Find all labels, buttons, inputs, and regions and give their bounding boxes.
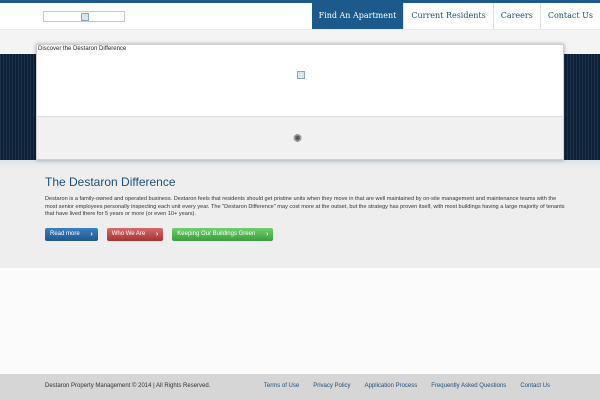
- who-we-are-button[interactable]: Who We Are ›: [106, 228, 164, 241]
- nav-careers[interactable]: Careers: [492, 3, 540, 29]
- slider-panel: Discover the Destaron Difference ✺: [36, 44, 564, 160]
- keeping-buildings-green-label: Keeping Our Buildings Green: [177, 231, 256, 237]
- footer: Destaron Property Management © 2014 | Al…: [0, 374, 600, 400]
- site-logo[interactable]: [43, 11, 125, 22]
- lower-section: [0, 268, 600, 374]
- chevron-right-icon: ›: [90, 231, 93, 238]
- read-more-label: Read more: [50, 231, 80, 237]
- section-title: The Destaron Difference: [45, 175, 176, 189]
- footer-links: Terms of Use Privacy Policy Application …: [264, 383, 550, 389]
- footer-link-terms[interactable]: Terms of Use: [264, 383, 299, 389]
- button-group: Read more › Who We Are › Keeping Our Bui…: [45, 228, 274, 241]
- copyright-text: Destaron Property Management © 2014 | Al…: [45, 383, 211, 389]
- read-more-button[interactable]: Read more ›: [45, 228, 98, 241]
- main-nav: Find An Apartment Current Residents Care…: [311, 3, 600, 29]
- loading-spinner-icon: ✺: [293, 133, 303, 145]
- slider-thumbnails: ✺: [37, 116, 563, 159]
- nav-find-apartment[interactable]: Find An Apartment: [311, 3, 404, 29]
- slider-caption: Discover the Destaron Difference: [38, 46, 127, 52]
- footer-link-privacy[interactable]: Privacy Policy: [313, 383, 350, 389]
- nav-contact-us[interactable]: Contact Us: [539, 3, 600, 29]
- hero-fade: [0, 160, 600, 168]
- footer-link-faq[interactable]: Frequently Asked Questions: [431, 383, 506, 389]
- keeping-buildings-green-button[interactable]: Keeping Our Buildings Green ›: [172, 228, 274, 241]
- chevron-right-icon: ›: [265, 231, 269, 238]
- broken-image-icon: [81, 13, 89, 21]
- section-description: Destaron is a family-owned and operated …: [45, 196, 565, 218]
- who-we-are-label: Who We Are: [111, 231, 146, 237]
- footer-link-contact[interactable]: Contact Us: [520, 383, 550, 389]
- nav-current-residents[interactable]: Current Residents: [403, 3, 492, 29]
- chevron-right-icon: ›: [155, 231, 159, 238]
- footer-link-application[interactable]: Application Process: [365, 383, 418, 389]
- intro-section: The Destaron Difference Destaron is a fa…: [0, 160, 600, 268]
- broken-image-icon: [297, 71, 305, 79]
